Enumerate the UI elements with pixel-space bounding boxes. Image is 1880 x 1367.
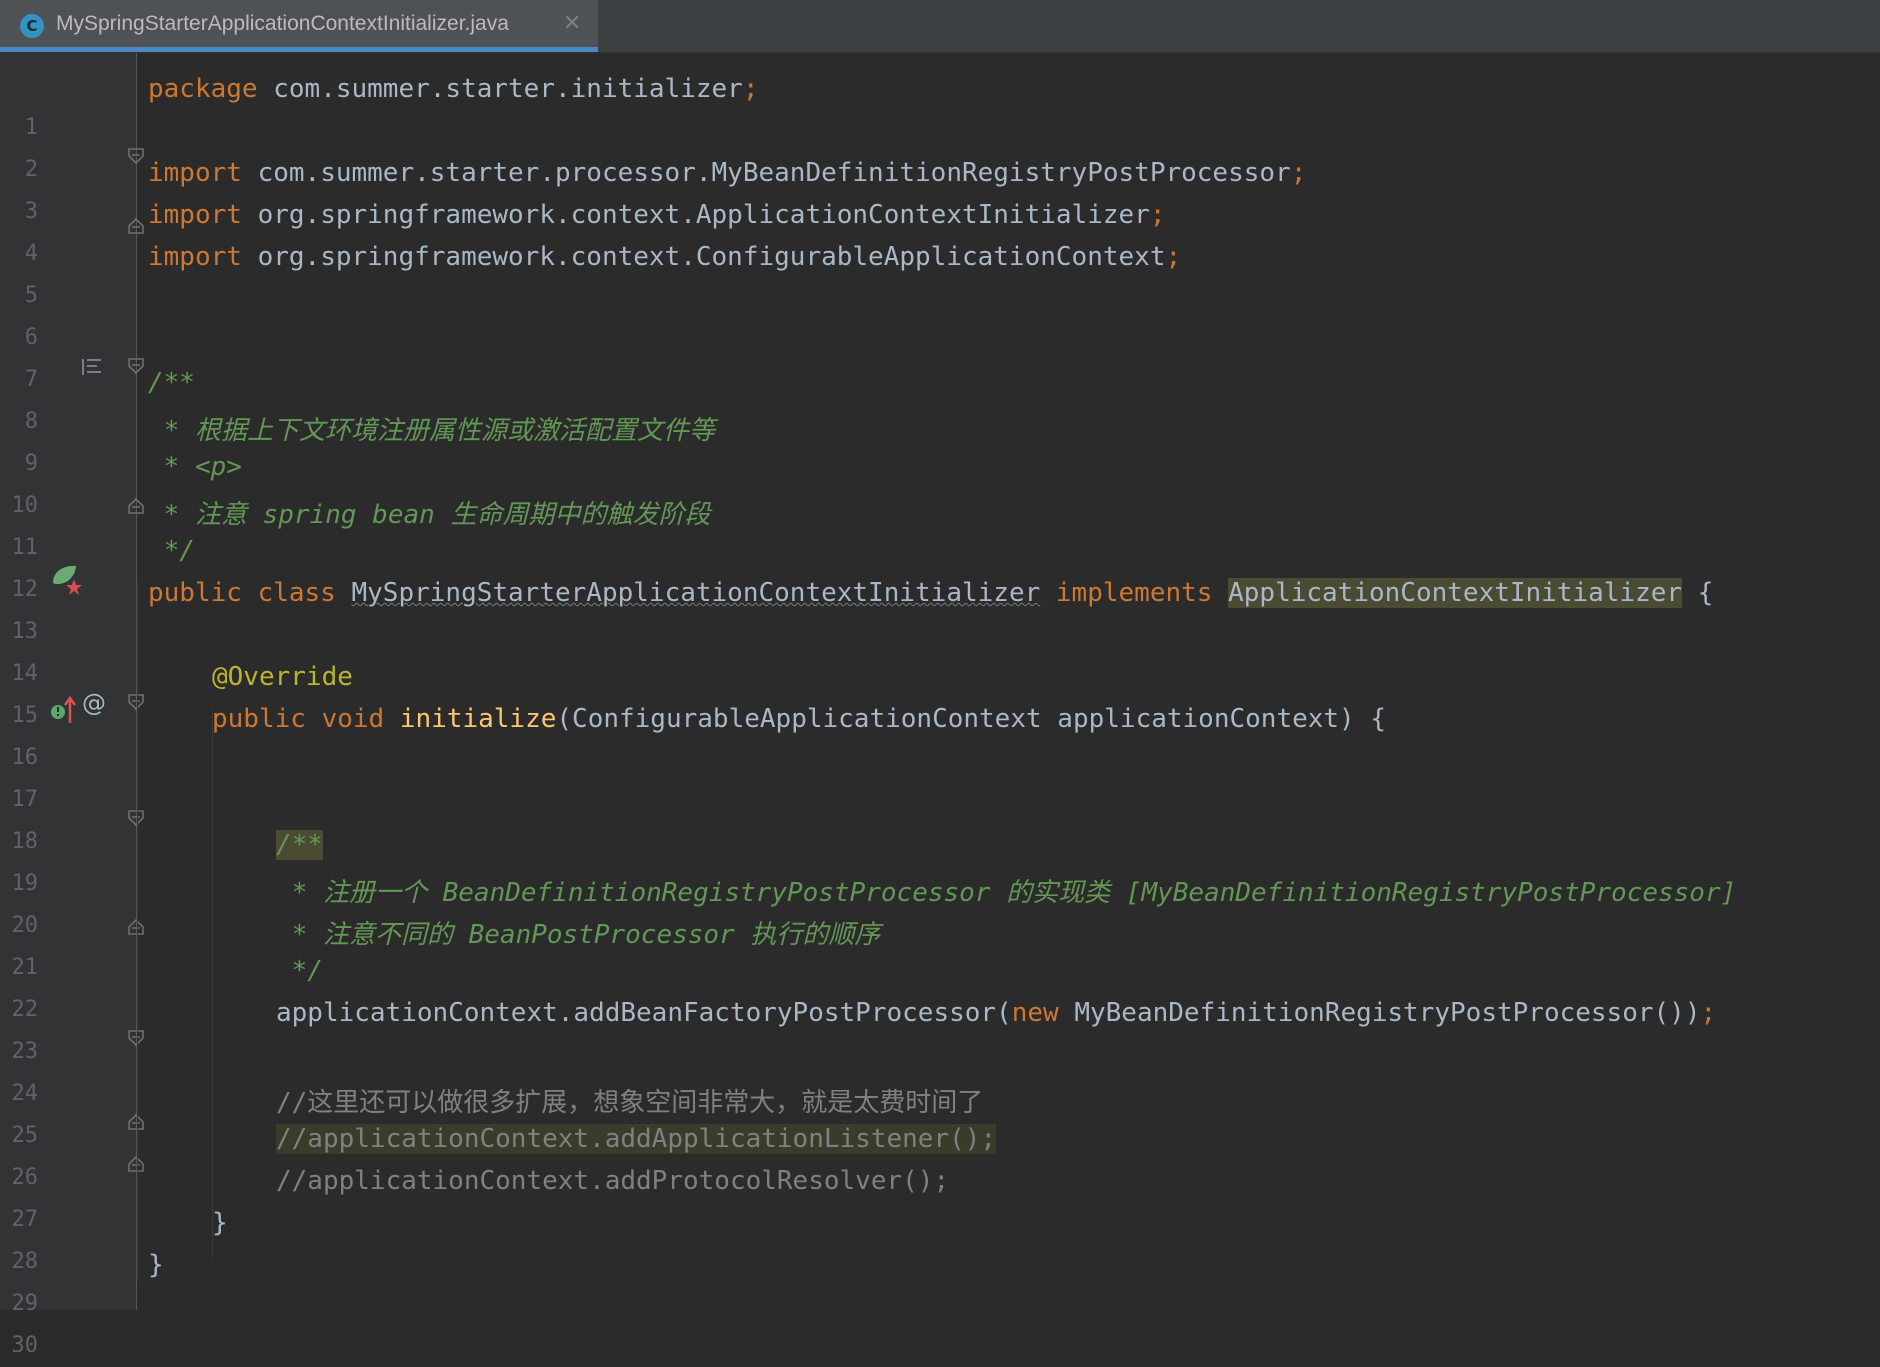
line-number[interactable]: 23: [0, 1031, 39, 1073]
code-line-3[interactable]: import com.summer.starter.processor.MyBe…: [148, 158, 1306, 200]
code-line-27[interactable]: //applicationContext.addProtocolResolver…: [276, 1166, 949, 1208]
at-sign-icon[interactable]: @: [82, 689, 106, 717]
indent-guide: [212, 710, 213, 1258]
package-name: com.summer.starter.initializer: [257, 74, 743, 104]
code-line-22[interactable]: */: [276, 956, 323, 998]
semicolon: ;: [1290, 158, 1307, 188]
line-number[interactable]: 12: [0, 569, 39, 611]
indent-guide: [137, 583, 138, 1283]
line-number[interactable]: 8: [0, 401, 38, 443]
line-number[interactable]: 6: [0, 317, 38, 359]
line-number[interactable]: 16: [0, 737, 39, 779]
fold-open-icon[interactable]: [128, 357, 145, 375]
line-number[interactable]: 18: [0, 821, 39, 863]
interface-name: ApplicationContextInitializer: [1228, 578, 1683, 608]
code-line-20[interactable]: * 注册一个 BeanDefinitionRegistryPostProcess…: [276, 872, 1737, 914]
line-number[interactable]: 26: [0, 1157, 39, 1199]
keyword: public void: [212, 704, 385, 734]
keyword: package: [148, 74, 258, 104]
line-number[interactable]: 17: [0, 779, 39, 821]
code-line-12[interactable]: */: [148, 536, 195, 578]
editor-tab-bar: C MySpringStarterApplicationContextIniti…: [0, 0, 1880, 53]
line-number[interactable]: 15: [0, 695, 39, 737]
line-number[interactable]: 20: [0, 905, 39, 947]
line-number[interactable]: 24: [0, 1073, 39, 1115]
code-line-16[interactable]: public void initialize(ConfigurableAppli…: [212, 704, 1386, 746]
code-editor[interactable]: 1 2 3 4 5 6 7 8 9 10 11 12 13 14 15 16 17 18 19 20 21 22 23 24 2…: [0, 53, 1880, 1358]
import-path: com.summer.starter.processor.MyBeanDefin…: [241, 158, 1291, 188]
brace: {: [1682, 578, 1714, 608]
implementing-method-icon[interactable]: [50, 693, 78, 727]
semicolon: ;: [1165, 242, 1182, 272]
code-line-9[interactable]: * 根据上下文环境注册属性源或激活配置文件等: [148, 410, 715, 452]
line-number[interactable]: 5: [0, 275, 38, 317]
keyword: import: [148, 242, 242, 272]
line-number[interactable]: 7: [0, 359, 38, 401]
semicolon: ;: [742, 74, 759, 104]
class-name: MySpringStarterApplicationContextInitial…: [351, 578, 1041, 608]
line-number[interactable]: 9: [0, 443, 38, 485]
line-number[interactable]: 1: [0, 107, 38, 149]
code-line-5[interactable]: import org.springframework.context.Confi…: [148, 242, 1181, 284]
fold-end-icon[interactable]: [128, 497, 145, 515]
semicolon: ;: [1700, 998, 1717, 1028]
fold-open-icon[interactable]: [128, 147, 145, 165]
doc-comment-start: /**: [276, 830, 323, 860]
line-number[interactable]: 30: [0, 1325, 39, 1367]
code-line-15[interactable]: @Override: [212, 662, 353, 704]
semicolon: ;: [1149, 200, 1166, 230]
line-number[interactable]: 21: [0, 947, 39, 989]
fold-end-icon[interactable]: [128, 217, 145, 235]
code-line-25[interactable]: //这里还可以做很多扩展，想象空间非常大，就是太费时间了: [276, 1082, 983, 1124]
code-line-19[interactable]: /**: [276, 830, 323, 872]
line-number[interactable]: 28: [0, 1241, 39, 1283]
line-number[interactable]: 14: [0, 653, 39, 695]
code-line-26[interactable]: //applicationContext.addApplicationListe…: [276, 1124, 997, 1166]
line-number[interactable]: 29: [0, 1283, 39, 1325]
code-line-11[interactable]: * 注意 spring bean 生命周期中的触发阶段: [148, 494, 711, 536]
tab-title: MySpringStarterApplicationContextInitial…: [56, 12, 509, 35]
tab-java-file[interactable]: C MySpringStarterApplicationContextIniti…: [0, 0, 598, 52]
structure-icon[interactable]: [80, 356, 104, 378]
code-line-13[interactable]: public class MySpringStarterApplicationC…: [148, 578, 1713, 620]
line-number[interactable]: 13: [0, 611, 39, 653]
close-icon[interactable]: ✕: [563, 11, 581, 36]
code-line-4[interactable]: import org.springframework.context.Appli…: [148, 200, 1165, 242]
method-name: initialize: [399, 704, 557, 734]
line-number[interactable]: 25: [0, 1115, 39, 1157]
method-call: applicationContext.addBeanFactoryPostPro…: [276, 998, 1012, 1028]
method-params: (ConfigurableApplicationContext applicat…: [556, 704, 1387, 734]
line-number[interactable]: 10: [0, 485, 39, 527]
line-number[interactable]: 2: [0, 149, 38, 191]
line-number[interactable]: 4: [0, 233, 38, 275]
code-line-1[interactable]: package com.summer.starter.initializer;: [148, 74, 759, 116]
keyword: implements: [1055, 578, 1213, 608]
keyword: public class: [148, 578, 336, 608]
import-path: org.springframework.context.Configurable…: [241, 242, 1166, 272]
highlighted-comment: //applicationContext.addApplicationListe…: [276, 1124, 997, 1154]
line-number[interactable]: 22: [0, 989, 39, 1031]
class-c-icon: C: [20, 14, 44, 38]
line-number[interactable]: 3: [0, 191, 38, 233]
keyword: import: [148, 200, 242, 230]
code-line-23[interactable]: applicationContext.addBeanFactoryPostPro…: [276, 998, 1716, 1040]
import-path: org.springframework.context.ApplicationC…: [241, 200, 1150, 230]
keyword: import: [148, 158, 242, 188]
code-line-28[interactable]: }: [212, 1208, 228, 1250]
constructor-call: MyBeanDefinitionRegistryPostProcessor()): [1058, 998, 1701, 1028]
code-line-29[interactable]: }: [148, 1250, 164, 1292]
code-line-8[interactable]: /**: [148, 368, 195, 410]
line-number[interactable]: 19: [0, 863, 39, 905]
code-line-21[interactable]: * 注意不同的 BeanPostProcessor 执行的顺序: [276, 914, 881, 956]
line-number[interactable]: 27: [0, 1199, 39, 1241]
spring-bean-icon[interactable]: [50, 563, 86, 597]
code-line-10[interactable]: * <p>: [148, 452, 242, 494]
line-number[interactable]: 11: [0, 527, 39, 569]
keyword: new: [1011, 998, 1059, 1028]
